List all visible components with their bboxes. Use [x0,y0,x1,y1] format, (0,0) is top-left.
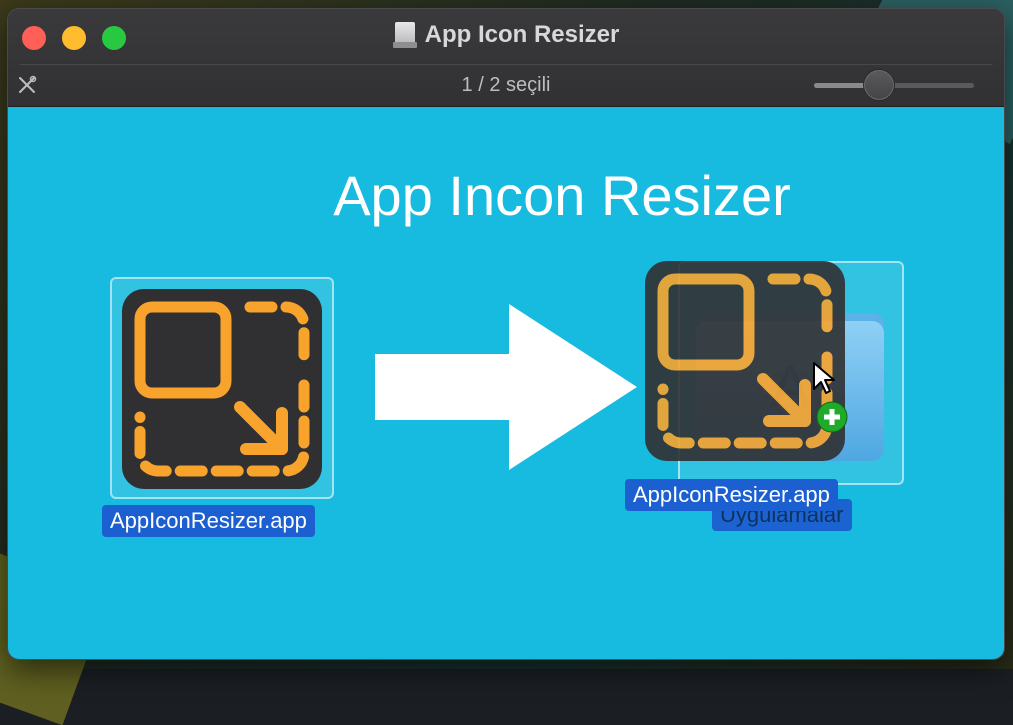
app-icon-resizer-icon[interactable] [122,289,322,489]
title-bar[interactable]: App Icon Resizer 1 / 2 seçili [8,9,1004,107]
drag-ghost-label: AppIconResizer.app [625,479,838,511]
finder-window: App Icon Resizer 1 / 2 seçili App Incon … [8,9,1004,659]
toolbar-divider [20,64,992,65]
disk-image-icon [392,22,417,48]
slider-knob[interactable] [863,69,895,101]
arrow-cursor-icon [813,362,835,394]
source-item-label[interactable]: AppIconResizer.app [102,505,315,537]
background-title: App Incon Resizer [333,164,791,227]
window-title-area: App Icon Resizer [8,21,1004,53]
window-title: App Icon Resizer [424,21,620,48]
window-content: App Incon Resizer AppIconResizer.app A U… [8,107,1004,659]
right-arrow-icon [375,304,637,470]
plus-badge-icon [816,401,848,433]
